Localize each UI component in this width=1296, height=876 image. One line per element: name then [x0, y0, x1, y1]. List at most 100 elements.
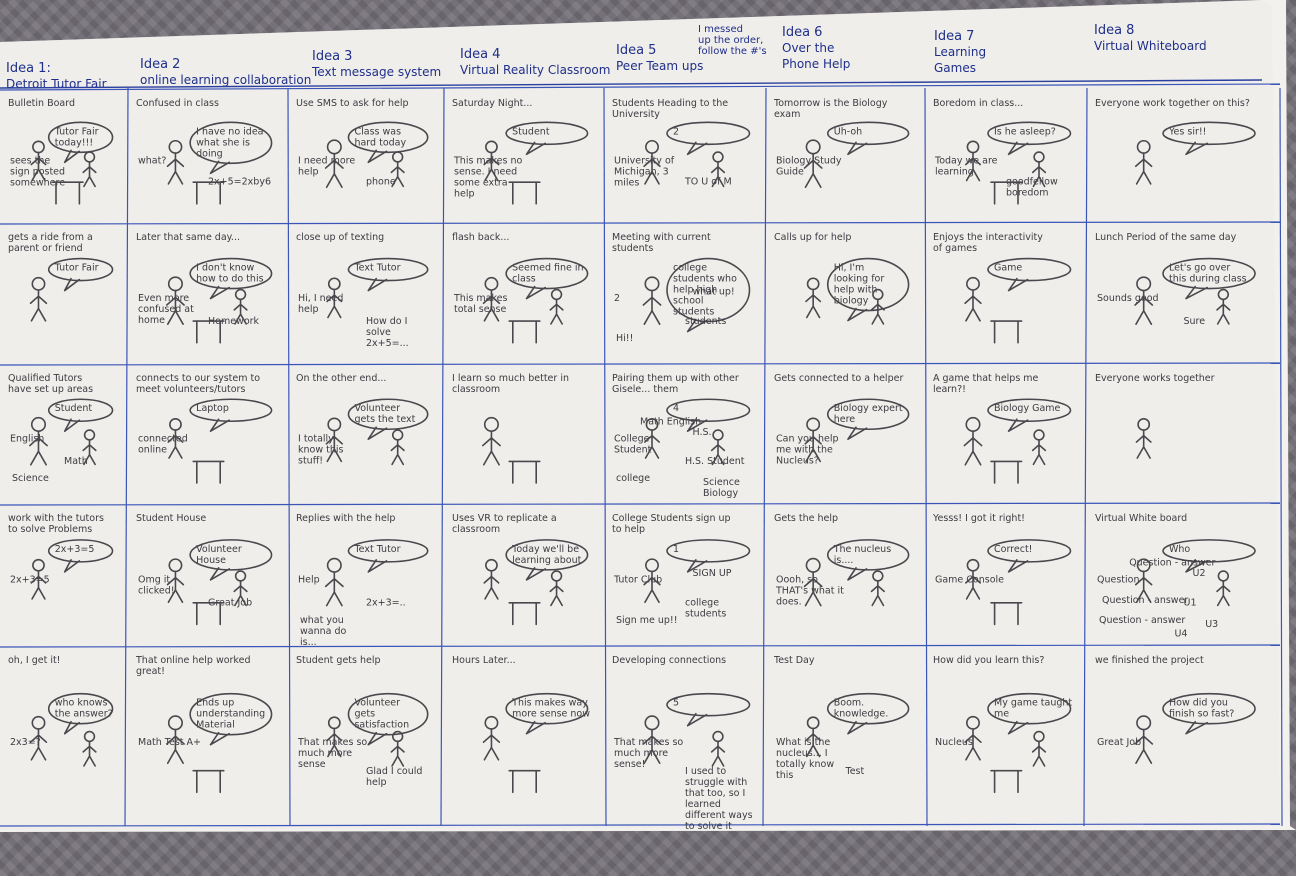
- idea-header-line: Idea 7: [934, 29, 974, 44]
- panel-text: Replies with the help: [296, 513, 395, 524]
- panel-text: U2: [1193, 568, 1206, 579]
- panel-text: Student House: [136, 513, 206, 524]
- panel-text: Student: [512, 126, 550, 137]
- panel-text: Game: [994, 263, 1022, 274]
- panel-text: Qualified Tutors have set up areas: [8, 373, 93, 395]
- idea-header-line: Idea 6: [782, 25, 822, 40]
- panel-text: TO U of M: [684, 177, 732, 188]
- panel-text: we finished the project: [1095, 655, 1204, 666]
- panel-text: How did you finish so fast?: [1169, 698, 1234, 720]
- panel-text: Lunch Period of the same day: [1095, 232, 1237, 243]
- panel-text: Tutor Fair: [54, 263, 99, 274]
- panel-text: Yes sir!!: [1168, 126, 1206, 137]
- panel-text: what up!: [693, 287, 735, 298]
- panel-text: On the other end...: [296, 373, 386, 384]
- panel-text: Question - answer: [1102, 595, 1188, 606]
- panel-text: 2: [614, 293, 620, 304]
- panel-text: Biology Game: [994, 403, 1061, 414]
- panel-text: U3: [1205, 619, 1218, 630]
- idea-header-line: Text message system: [311, 65, 441, 79]
- panel-text: 2x+3=5: [55, 544, 95, 555]
- panel-text: 2x3=?: [10, 737, 41, 748]
- panel-text: Developing connections: [612, 655, 726, 666]
- panel-text: Saturday Night...: [452, 98, 532, 109]
- idea-header-line: Detroit Tutor Fair: [6, 77, 107, 91]
- panel-text: Tutor Fair today!!!: [54, 126, 99, 148]
- panel-text: Help: [298, 575, 320, 586]
- panel-text: Text Tutor: [353, 544, 400, 555]
- idea-header-line: Virtual Reality Classroom: [460, 63, 610, 77]
- panel-text: work with the tutors to solve Problems: [8, 513, 104, 535]
- panel-text: H.S.: [693, 427, 712, 438]
- panel-text: Who: [1169, 544, 1190, 555]
- panel-text: oh, I get it!: [8, 655, 61, 666]
- panel-text: Student: [55, 403, 93, 414]
- panel-text: I don't know how to do this: [196, 263, 263, 285]
- panel-text: Sure: [1184, 316, 1206, 327]
- panel-text: College Student: [614, 434, 652, 456]
- panel-text: Class was hard today: [354, 126, 406, 148]
- panel-text: Gets the help: [774, 513, 838, 524]
- panel-text: flash back...: [452, 232, 509, 243]
- panel-text: Laptop: [196, 403, 229, 414]
- panel-text: Gets connected to a helper: [774, 373, 903, 384]
- storyboard-poster: Idea 1: Detroit Tutor Fair Idea 2 online le…: [0, 0, 1296, 876]
- panel-text: close up of texting: [296, 232, 384, 243]
- panel-text: How did you learn this?: [933, 655, 1044, 666]
- idea-header-line: Learning: [934, 45, 986, 59]
- panel-text: Hi!!: [616, 333, 633, 344]
- panel-text: Sign me up!!: [616, 615, 678, 626]
- idea-header-line: online learning collaboration: [140, 73, 311, 87]
- idea-header-line: Idea 3: [312, 49, 352, 64]
- panel-text: Student gets help: [296, 655, 381, 666]
- panel-text: This makes total sense: [453, 293, 508, 315]
- idea-header-line: Idea 4: [460, 47, 500, 62]
- panel-text: Test: [845, 766, 865, 777]
- panel-text: Later that same day...: [136, 232, 240, 243]
- panel-text: Bulletin Board: [8, 98, 75, 109]
- panel-text: Omg it clicked!: [138, 575, 175, 597]
- panel-text: gets a ride from a parent or friend: [8, 232, 93, 254]
- panel-text: Everyone works together: [1095, 373, 1215, 384]
- panel-text: Confused in class: [136, 98, 219, 109]
- idea-header-line: Idea 1:: [6, 61, 51, 76]
- panel-text: what?: [138, 155, 166, 166]
- panel-text: Text Tutor: [353, 263, 400, 274]
- panel-text: Virtual White board: [1095, 513, 1187, 524]
- panel-text: Question - answer: [1099, 615, 1185, 626]
- idea-header-line: Virtual Whiteboard: [1094, 39, 1207, 53]
- idea-header-line: Games: [934, 61, 976, 75]
- panel-text: who knows the answer?: [55, 698, 113, 720]
- panel-text: Uh-oh: [834, 126, 862, 137]
- panel-text: Yesss! I got it right!: [932, 513, 1025, 524]
- panel-text: Test Day: [773, 655, 815, 666]
- idea-header-line: Idea 5: [616, 43, 656, 58]
- panel-text: Today we'll be learning about: [511, 544, 581, 566]
- panel-text: SIGN UP: [693, 568, 732, 579]
- panel-text: college: [616, 473, 650, 484]
- idea-header-line: Peer Team ups: [616, 59, 703, 73]
- panel-text: Boredom in class...: [933, 98, 1023, 109]
- panel-text: Calls up for help: [774, 232, 851, 243]
- panel-text: Great Job: [1097, 737, 1141, 748]
- panel-text: U4: [1174, 628, 1187, 639]
- panel-text: Correct!: [994, 544, 1032, 555]
- idea-header-line: Over the: [782, 41, 834, 55]
- panel-text: Math: [64, 456, 88, 467]
- panel-text: Math English: [640, 416, 701, 427]
- panel-text: Hours Later...: [452, 655, 516, 666]
- panel-text: Everyone work together on this?: [1095, 98, 1250, 109]
- panel-text: Science Biology: [703, 477, 740, 499]
- panel-text: This makes way more sense now: [511, 698, 590, 720]
- panel-text: Science: [12, 473, 49, 484]
- panel-text: connects to our system to meet volunteers…: [136, 373, 260, 395]
- panel-text: Question: [1097, 575, 1140, 586]
- panel-text: Nucleus: [935, 737, 973, 748]
- panel-text: Is he asleep?: [994, 126, 1056, 137]
- idea-header-line: Phone Help: [782, 57, 850, 71]
- idea-header-line: Idea 8: [1094, 23, 1134, 38]
- idea-header-line: Idea 2: [140, 57, 180, 72]
- panel-text: 2x+3=..: [366, 597, 406, 608]
- panel-text: Use SMS to ask for help: [296, 98, 409, 109]
- panel-text: students: [685, 316, 726, 327]
